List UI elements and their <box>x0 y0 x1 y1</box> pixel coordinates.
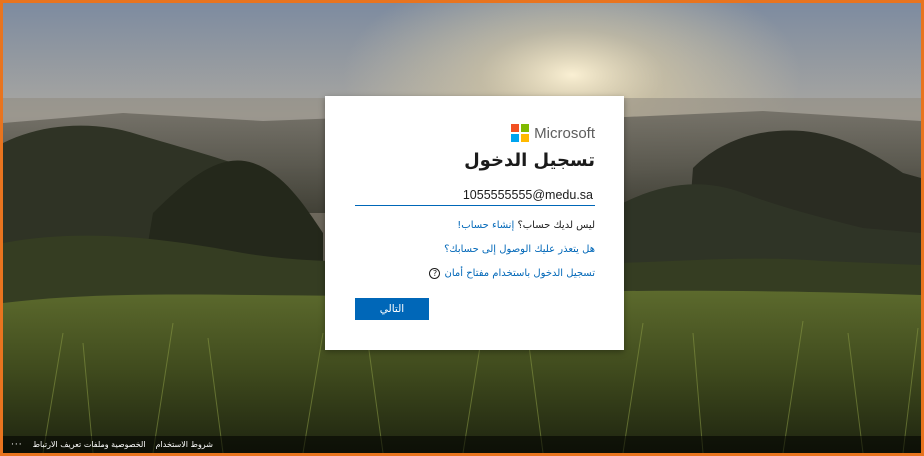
page-footer: ··· الخصوصية وملفات تعريف الارتباط شروط … <box>3 436 921 453</box>
microsoft-logo: Microsoft <box>511 124 595 142</box>
no-account-row: ليس لديك حساب؟ إنشاء حساب! <box>457 220 595 231</box>
cant-access-row: هل يتعذر عليك الوصول إلى حسابك؟ <box>444 244 595 255</box>
microsoft-logo-icon <box>511 124 530 142</box>
logo-square-green <box>521 124 530 132</box>
next-button[interactable]: التالي <box>355 298 429 320</box>
page-title: تسجيل الدخول <box>464 150 595 171</box>
privacy-cookies-link[interactable]: الخصوصية وملفات تعريف الارتباط <box>33 440 146 449</box>
no-account-text: ليس لديك حساب؟ <box>517 220 595 231</box>
logo-square-blue <box>511 134 520 142</box>
create-account-link[interactable]: إنشاء حساب! <box>457 220 514 231</box>
signin-card: Microsoft تسجيل الدخول ليس لديك حساب؟ إن… <box>325 96 624 350</box>
logo-square-red <box>511 124 520 132</box>
window-frame: Microsoft تسجيل الدخول ليس لديك حساب؟ إن… <box>0 0 924 456</box>
security-key-signin-link[interactable]: تسجيل الدخول باستخدام مفتاح أمان <box>444 268 595 279</box>
more-options-icon[interactable]: ··· <box>11 440 23 450</box>
logo-square-yellow <box>521 134 530 142</box>
help-question-icon[interactable]: ? <box>429 268 441 279</box>
cant-access-account-link[interactable]: هل يتعذر عليك الوصول إلى حسابك؟ <box>444 244 595 255</box>
terms-of-use-link[interactable]: شروط الاستخدام <box>156 440 213 449</box>
email-field[interactable] <box>355 184 595 206</box>
security-key-row: تسجيل الدخول باستخدام مفتاح أمان ? <box>429 268 595 279</box>
brand-name: Microsoft <box>534 124 595 142</box>
